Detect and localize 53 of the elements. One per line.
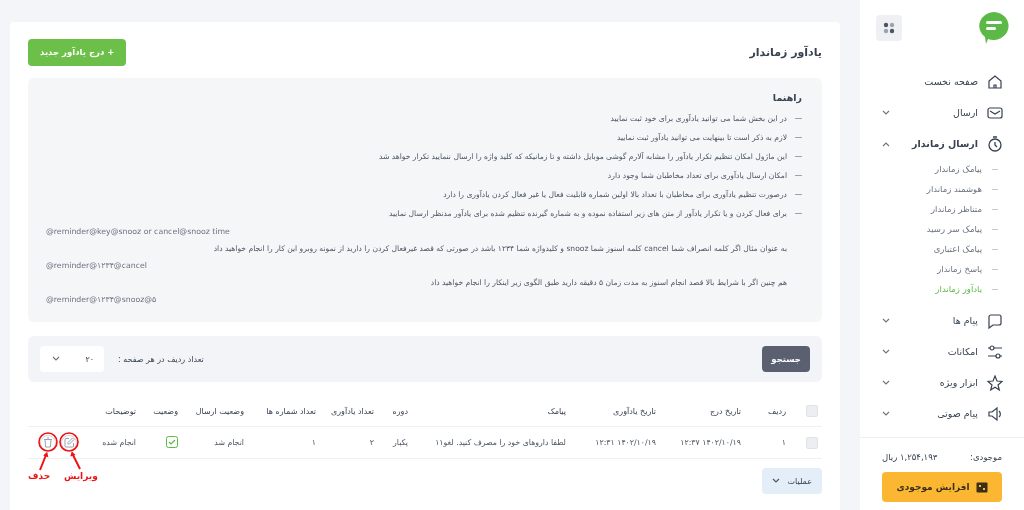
annotation-label: حذف	[28, 471, 51, 481]
guide-title: راهنما	[771, 92, 802, 103]
highlight-ring	[38, 432, 58, 452]
chevron-icon	[771, 478, 780, 484]
highlight-ring	[59, 432, 79, 452]
chevron-icon	[52, 356, 60, 362]
search-button[interactable]: جستجو	[762, 346, 810, 372]
menu-item[interactable]: صفحه نخست	[860, 66, 1024, 97]
submenu-item[interactable]: پیامک سر رسید	[860, 219, 1024, 239]
operations-button[interactable]: عملیات	[761, 468, 822, 494]
column-header: تاریخ درج	[709, 406, 741, 416]
column-header: ردیف	[768, 406, 786, 416]
column-header: پیامک	[547, 406, 566, 416]
chat-icon	[986, 311, 1004, 330]
submenu-item[interactable]: پیامک اعتباری	[860, 239, 1024, 259]
apps-button[interactable]	[876, 15, 902, 41]
menu-item[interactable]: ابزار ویژه	[860, 367, 1024, 398]
submenu-item[interactable]: پاسخ زماندار	[860, 259, 1024, 279]
submenu-item[interactable]: هوشمند زماندار	[860, 179, 1024, 199]
column-header: تعداد یادآوری	[330, 406, 374, 416]
balance-amount: ۱,۲۵۴,۱۹۳ ریال	[882, 452, 938, 462]
column-header: وضعیت ارسال	[195, 406, 244, 416]
menu-item[interactable]: پیام ها	[860, 305, 1024, 336]
wallet-icon	[975, 481, 988, 493]
menu-item[interactable]: امکانات	[860, 336, 1024, 367]
submenu-item[interactable]: پیامک زماندار	[860, 159, 1024, 179]
annotation-label: ویرایش	[64, 471, 98, 481]
page-title: یادآور زماندار	[749, 45, 822, 59]
column-header: دوره	[392, 406, 408, 416]
topup-button[interactable]: افزایش موجودی	[882, 472, 1002, 502]
rows-per-page-label: تعداد ردیف در هر صفحه :	[118, 354, 204, 364]
annotation-arrow	[70, 451, 81, 470]
edit-icon	[63, 437, 75, 448]
timer-icon	[986, 134, 1004, 153]
menu-item[interactable]: ارسال زماندار	[860, 128, 1024, 159]
menu-item[interactable]: پیام صوتی	[860, 398, 1024, 429]
submenu-item[interactable]: متناظر زماندار	[860, 199, 1024, 219]
menu-item[interactable]: ارسال	[860, 97, 1024, 128]
balance-label: موجودی:	[970, 452, 1002, 462]
apps-icon	[883, 22, 895, 34]
column-header: وضعیت	[153, 406, 178, 416]
sliders-icon	[986, 342, 1004, 361]
trash-icon	[43, 437, 53, 448]
column-header: تعداد شماره ها	[266, 406, 316, 416]
speaker-icon	[986, 404, 1004, 423]
logo-icon	[978, 11, 1010, 45]
star-icon	[986, 373, 1004, 392]
checkbox[interactable]	[806, 436, 818, 449]
column-header: توضیحات	[105, 406, 136, 416]
column-header: تاریخ یادآوری	[613, 406, 656, 416]
checkbox[interactable]	[806, 405, 818, 417]
rows-per-page-select[interactable]: ۲۰	[40, 346, 104, 372]
annotation-arrow	[39, 451, 49, 471]
